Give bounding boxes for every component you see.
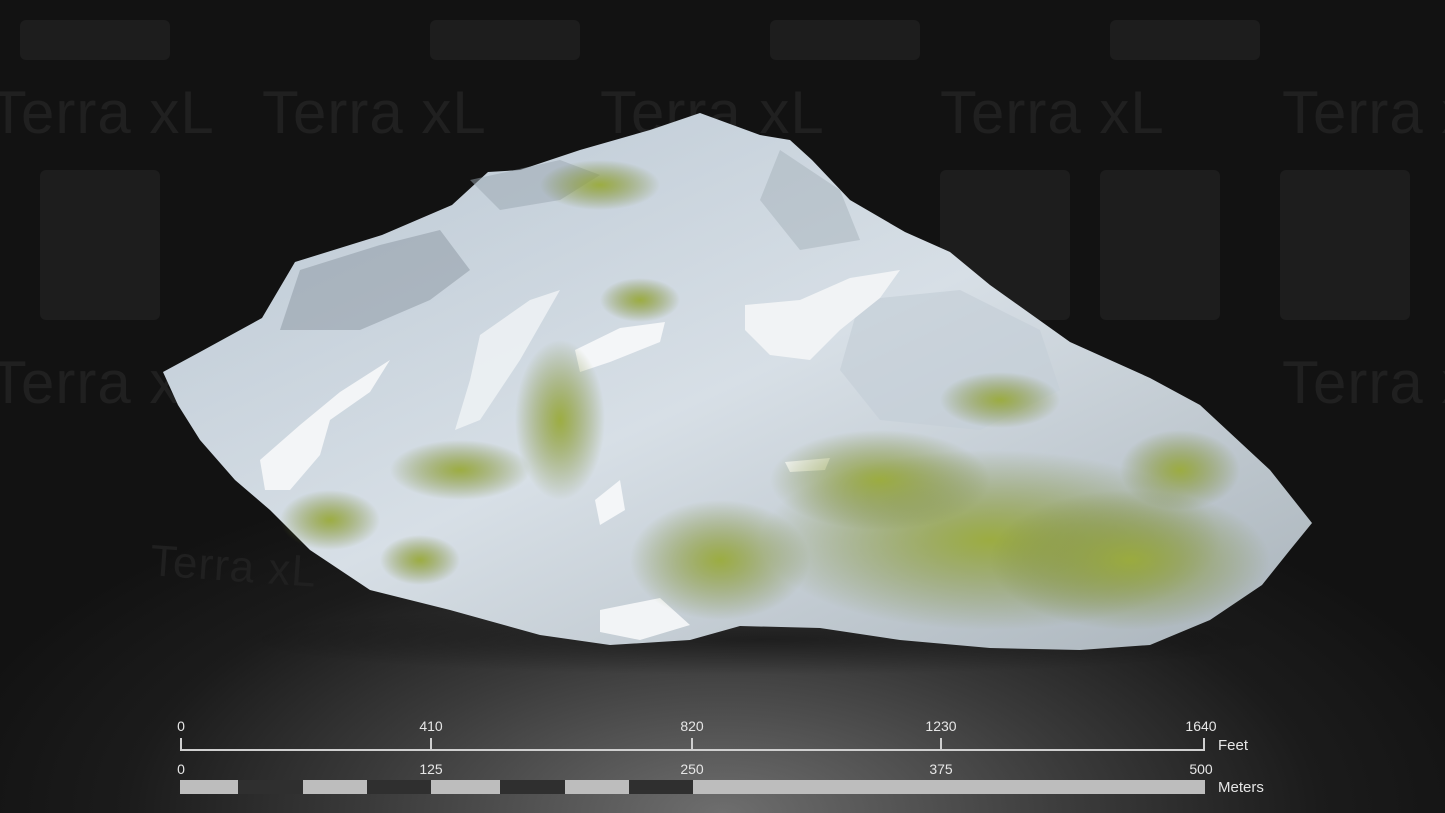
scale-segment-light: [180, 780, 238, 794]
scale-segment-dark: [238, 780, 303, 794]
scale-bar: 0 410 820 1230 1640 Feet 0 125 250 375 5…: [0, 0, 1445, 813]
feet-tick: [691, 738, 693, 751]
feet-tick: [1203, 738, 1205, 751]
meters-tick-label: 0: [177, 761, 185, 777]
feet-tick-label: 0: [177, 718, 185, 734]
feet-tick: [940, 738, 942, 751]
feet-unit-label: Feet: [1218, 737, 1249, 754]
scale-segment-dark: [629, 780, 693, 794]
meters-tick-label: 125: [419, 761, 443, 777]
feet-tick-label: 410: [419, 718, 443, 734]
feet-tick: [180, 738, 182, 751]
feet-tick-label: 820: [680, 718, 704, 734]
feet-tick-label: 1640: [1185, 718, 1217, 734]
scale-segment-light: [431, 780, 500, 794]
scale-segment-dark: [367, 780, 431, 794]
feet-tick-label: 1230: [925, 718, 957, 734]
meters-unit-label: Meters: [1218, 779, 1264, 796]
meters-tick-label: 250: [680, 761, 704, 777]
scale-segment-light: [565, 780, 629, 794]
feet-tick: [430, 738, 432, 751]
scale-segment-dark: [500, 780, 565, 794]
meters-tick-label: 375: [929, 761, 953, 777]
meters-tick-label: 500: [1189, 761, 1213, 777]
meters-scale-bar: [180, 780, 1205, 794]
scale-segment-light: [303, 780, 367, 794]
scale-segment-light: [693, 780, 1205, 794]
